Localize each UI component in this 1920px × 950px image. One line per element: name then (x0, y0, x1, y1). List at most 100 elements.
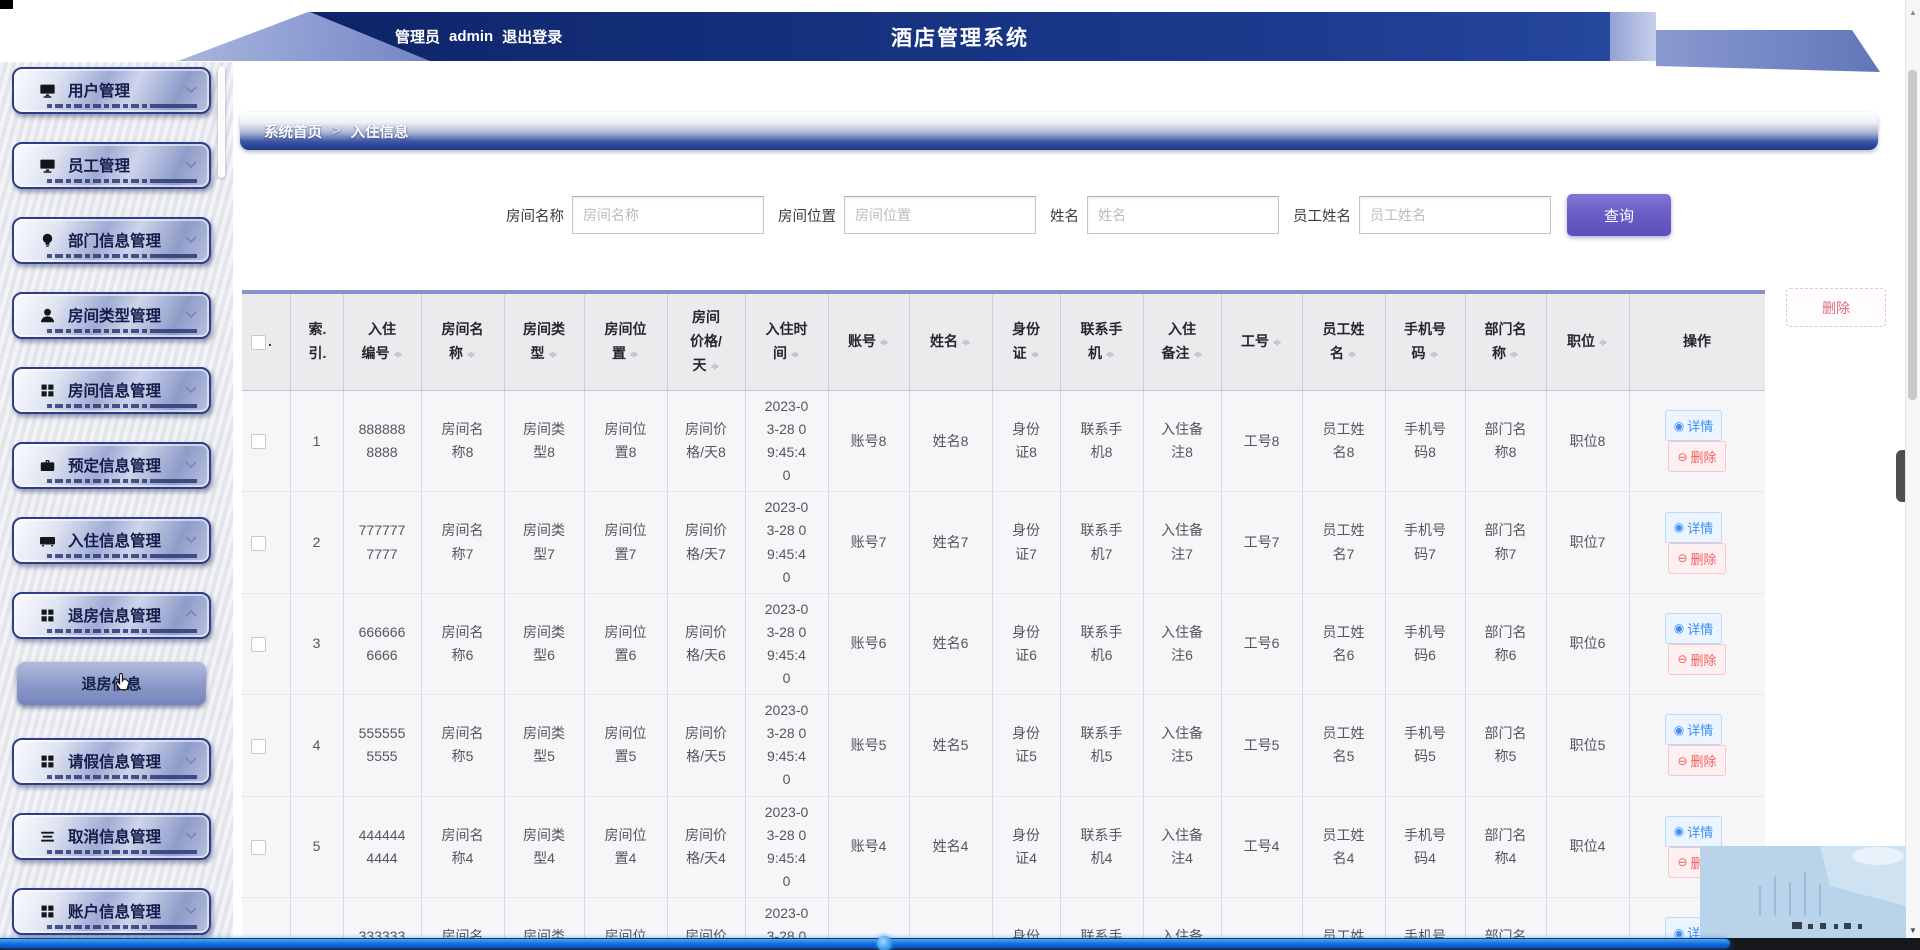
column-header-12[interactable]: 入住备注 (1143, 294, 1222, 391)
scrollbar-thumb[interactable] (1908, 70, 1917, 400)
decorative-barcode (47, 925, 197, 929)
table-cell: 房间价格/天8 (667, 390, 746, 493)
column-header-11[interactable]: 联系手机 (1060, 294, 1144, 391)
logout-link[interactable]: 退出登录 (502, 26, 562, 47)
row-actions-cell: ◉详情⊖删除 (1629, 491, 1765, 594)
minus-circle-icon: ⊖ (1677, 855, 1688, 870)
batch-delete-button[interactable]: 删除 (1786, 288, 1886, 327)
scrollbar-down-arrow[interactable]: ▼ (1906, 926, 1920, 935)
sidebar-item-9[interactable]: 请假信息管理 (12, 738, 211, 785)
row-detail-button[interactable]: ◉详情 (1664, 410, 1723, 442)
column-header-6[interactable]: 房间价格/天 (667, 294, 746, 391)
sidebar-item-label: 房间类型管理 (68, 308, 162, 325)
table-cell: 房间类型8 (504, 390, 585, 493)
sort-caret-icon[interactable] (393, 347, 403, 362)
decorative-barcode (47, 404, 197, 408)
column-header-9[interactable]: 姓名 (909, 294, 993, 391)
column-header-14[interactable]: 员工姓名 (1302, 294, 1386, 391)
sort-caret-icon[interactable] (1030, 347, 1040, 362)
sort-caret-icon[interactable] (791, 347, 800, 362)
row-detail-button[interactable]: ◉详情 (1664, 612, 1723, 644)
column-header-7[interactable]: 入住时间 (745, 294, 829, 391)
sidebar-scrollbar-thumb[interactable] (218, 66, 225, 178)
column-header-5[interactable]: 房间位置 (584, 294, 668, 391)
table-cell: 手机号码4 (1385, 796, 1466, 898)
search-input-3[interactable] (1087, 196, 1279, 234)
column-header-label: 索.引. (308, 321, 327, 361)
chevron-down-icon (183, 156, 199, 172)
sidebar-item-2[interactable]: 员工管理 (12, 142, 211, 189)
sort-caret-icon[interactable] (1106, 347, 1115, 362)
column-header-13[interactable]: 工号 (1221, 294, 1303, 391)
grid-icon (38, 381, 57, 400)
sort-caret-icon[interactable] (548, 347, 558, 362)
sort-caret-icon[interactable] (630, 347, 639, 362)
row-detail-button[interactable]: ◉详情 (1664, 714, 1723, 746)
table-cell: 入住备注5 (1143, 694, 1222, 797)
column-header-4[interactable]: 房间类型 (504, 294, 585, 391)
sidebar-item-label: 部门信息管理 (68, 233, 162, 250)
table-cell: 职位5 (1546, 694, 1630, 797)
column-header-2[interactable]: 入住编号 (343, 294, 422, 391)
table-cell: 工号4 (1221, 796, 1303, 898)
page-scrollbar[interactable]: ▲ ▼ (1905, 0, 1920, 950)
sidebar-item-5[interactable]: 房间信息管理 (12, 367, 211, 414)
search-input-4[interactable] (1359, 196, 1551, 234)
sidebar-item-10[interactable]: 取消信息管理 (12, 813, 211, 860)
column-header-3[interactable]: 房间名称 (421, 294, 505, 391)
sort-caret-icon[interactable] (1599, 335, 1608, 350)
row-delete-button[interactable]: ⊖删除 (1668, 745, 1726, 777)
sort-caret-icon[interactable] (1193, 347, 1203, 362)
breadcrumb-home[interactable]: 系统首页 (264, 121, 322, 142)
row-delete-button[interactable]: ⊖删除 (1668, 643, 1726, 675)
sidebar-item-label: 退房信息管理 (68, 608, 162, 625)
row-checkbox[interactable] (251, 839, 266, 855)
row-checkbox[interactable] (251, 434, 266, 450)
sidebar-item-8[interactable]: 退房信息管理 (12, 592, 211, 639)
column-header-15[interactable]: 手机号码 (1385, 294, 1466, 391)
row-checkbox[interactable] (251, 738, 266, 754)
eye-icon: ◉ (1673, 824, 1685, 839)
row-delete-button[interactable]: ⊖删除 (1668, 441, 1726, 473)
column-header-8[interactable]: 账号 (828, 294, 910, 391)
minus-circle-icon: ⊖ (1677, 753, 1688, 768)
sort-caret-icon[interactable] (1510, 347, 1519, 362)
row-checkbox[interactable] (251, 637, 266, 653)
sort-caret-icon[interactable] (1429, 347, 1439, 362)
search-input-2[interactable] (844, 196, 1036, 234)
scrollbar-up-arrow[interactable]: ▲ (1906, 8, 1920, 17)
sidebar-item-11[interactable]: 账户信息管理 (12, 888, 211, 935)
column-header-16[interactable]: 部门名称 (1465, 294, 1547, 391)
sort-caret-icon[interactable] (1273, 335, 1282, 350)
sort-caret-icon[interactable] (880, 335, 889, 350)
sidebar-item-6[interactable]: 预定信息管理 (12, 442, 211, 489)
suitcase-icon (38, 531, 57, 550)
table-cell: 6666666666 (343, 593, 422, 696)
sort-caret-icon[interactable] (1348, 347, 1357, 362)
sidebar-item-1[interactable]: 用户管理 (12, 67, 211, 114)
column-header-17[interactable]: 职位 (1546, 294, 1630, 391)
video-progress-bar[interactable] (0, 936, 1920, 950)
row-detail-button[interactable]: ◉详情 (1664, 815, 1723, 847)
chevron-down-icon (183, 306, 199, 322)
row-delete-button[interactable]: ⊖删除 (1668, 542, 1726, 574)
video-progress-knob[interactable] (877, 936, 892, 950)
sort-caret-icon[interactable] (467, 347, 476, 362)
column-header-10[interactable]: 身份证 (992, 294, 1061, 391)
delete-label: 删除 (1690, 551, 1717, 567)
row-index-cell: 2 (290, 491, 344, 594)
sort-caret-icon[interactable] (710, 359, 720, 374)
search-input-1[interactable] (572, 196, 764, 234)
sort-caret-icon[interactable] (962, 335, 971, 350)
query-button[interactable]: 查询 (1567, 194, 1671, 236)
sidebar-subitem[interactable]: 退房信息 (17, 661, 206, 705)
sidebar-item-7[interactable]: 入住信息管理 (12, 517, 211, 564)
sidebar-item-3[interactable]: 部门信息管理 (12, 217, 211, 264)
row-actions-cell: ◉详情⊖删除 (1629, 390, 1765, 493)
sidebar-item-label: 账户信息管理 (68, 904, 162, 921)
row-checkbox[interactable] (251, 535, 266, 551)
sidebar-item-4[interactable]: 房间类型管理 (12, 292, 211, 339)
select-all-checkbox[interactable] (251, 334, 266, 350)
row-detail-button[interactable]: ◉详情 (1664, 511, 1723, 543)
table-cell: 房间类型4 (504, 796, 585, 898)
